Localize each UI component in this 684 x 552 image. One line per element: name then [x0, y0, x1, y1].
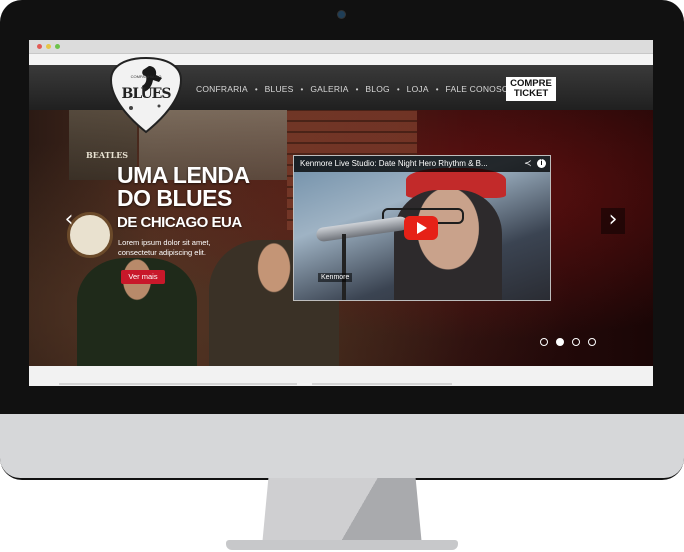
nav-item-loja[interactable]: LOJA: [407, 84, 429, 94]
video-title[interactable]: Kenmore Live Studio: Date Night Hero Rhy…: [300, 159, 488, 168]
slide-indicator-dot[interactable]: [556, 338, 564, 346]
monitor-stand-base: [226, 540, 458, 550]
hero-title-line: DO BLUES: [117, 185, 232, 211]
content-area: [29, 366, 653, 386]
hero-title-line: UMA LENDA: [117, 162, 250, 188]
video-watermark: Kenmore: [318, 273, 353, 282]
slide-indicator-dot[interactable]: [540, 338, 548, 346]
nav-separator: •: [396, 84, 400, 94]
logo-caption: COMPANHIA DO: [130, 74, 162, 79]
monitor-frame: BEATLES UMA LENDA DO BLUES DE CHICAGO EU…: [0, 0, 684, 480]
maximize-window-icon[interactable]: [55, 44, 60, 49]
share-icon[interactable]: ≺: [524, 158, 532, 169]
main-nav: CONFRARIA • BLUES • GALERIA • BLOG • LOJ…: [196, 82, 515, 96]
content-divider: [312, 383, 452, 385]
monitor-chin: [0, 414, 684, 478]
nav-item-fale-conosco[interactable]: FALE CONOSCO: [446, 84, 515, 94]
slide-indicator-dot[interactable]: [588, 338, 596, 346]
hero-description: Lorem ipsum dolor sit amet, consectetur …: [118, 238, 211, 257]
chevron-right-icon[interactable]: ›: [601, 208, 625, 234]
nav-item-galeria[interactable]: GALERIA: [310, 84, 348, 94]
hero-title: UMA LENDA DO BLUES: [117, 164, 250, 210]
browser-title-bar: [29, 40, 653, 54]
slide-indicators: [540, 338, 596, 346]
nav-item-confraria[interactable]: CONFRARIA: [196, 84, 248, 94]
chevron-left-icon[interactable]: ‹: [57, 208, 81, 234]
content-divider: [59, 383, 297, 385]
site-logo[interactable]: COMPANHIA DO BLUES: [109, 56, 183, 134]
play-icon[interactable]: [404, 216, 438, 240]
hero-slider: BEATLES UMA LENDA DO BLUES DE CHICAGO EU…: [29, 110, 653, 366]
logo-title: BLUES: [121, 86, 172, 102]
info-icon[interactable]: i: [537, 159, 546, 168]
nav-separator: •: [254, 84, 258, 94]
nav-item-blues[interactable]: BLUES: [265, 84, 294, 94]
nav-separator: •: [355, 84, 359, 94]
poster-label: BEATLES: [86, 150, 129, 160]
nav-separator: •: [300, 84, 304, 94]
nav-item-blog[interactable]: BLOG: [365, 84, 389, 94]
compre-ticket-button[interactable]: COMPRE TICKET: [506, 77, 556, 101]
camera-icon: [338, 11, 345, 18]
video-title-bar: Kenmore Live Studio: Date Night Hero Rhy…: [294, 156, 550, 172]
minimize-window-icon[interactable]: [46, 44, 51, 49]
video-frame-person: [394, 190, 502, 300]
ver-mais-button[interactable]: Ver mais: [121, 270, 165, 284]
video-embed[interactable]: Kenmore Live Studio: Date Night Hero Rhy…: [293, 155, 551, 301]
nav-separator: •: [435, 84, 439, 94]
microphone-stand: [342, 234, 346, 300]
slide-indicator-dot[interactable]: [572, 338, 580, 346]
ticket-label-line: TICKET: [513, 88, 549, 99]
close-window-icon[interactable]: [37, 44, 42, 49]
monitor-stand: [262, 478, 422, 546]
hero-subtitle: DE CHICAGO EUA: [117, 214, 242, 231]
